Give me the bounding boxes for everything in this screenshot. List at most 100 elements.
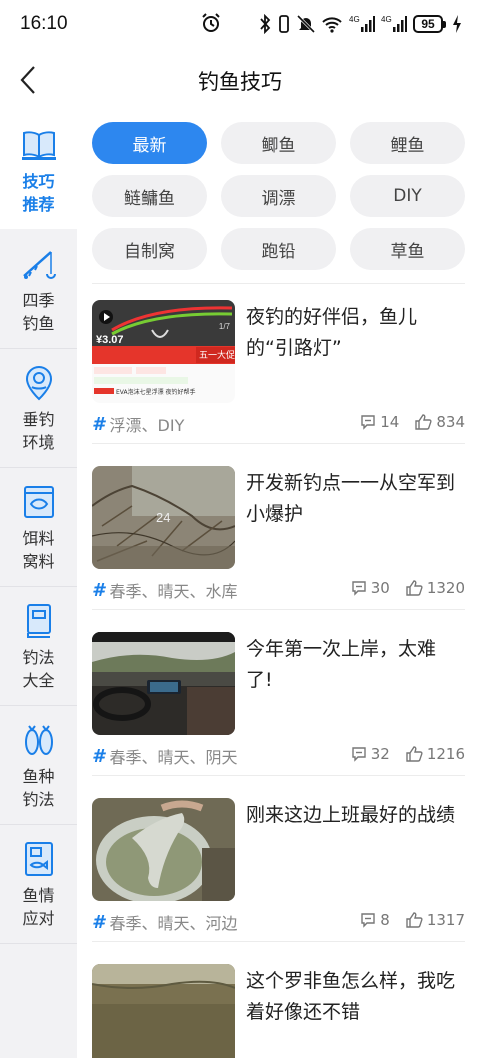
like-count: 1320 <box>426 579 465 597</box>
sidebar-item-label: 技巧推荐 <box>22 172 55 214</box>
comment-count: 30 <box>370 579 390 597</box>
chip-silver-carp[interactable]: 鲢鳙鱼 <box>92 175 207 217</box>
sidebar-divider <box>0 943 77 944</box>
like-icon[interactable] <box>406 912 423 928</box>
sidebar-item-label: 钓法大全 <box>22 648 55 690</box>
article-tags-text: 春季、晴天、水库 <box>109 582 238 601</box>
article-title: 开发新钓点一一从空军到小爆护 <box>246 472 456 525</box>
svg-text:4G: 4G <box>349 15 360 24</box>
location-pin-icon <box>20 364 58 402</box>
comment-count: 8 <box>380 911 390 929</box>
article-tags-text: 春季、晴天、阴天 <box>109 748 238 767</box>
article-tags: # 春季、晴天、阴天 <box>92 744 238 768</box>
fish-report-icon <box>20 840 58 878</box>
thumb-banner-text: 五一大促 <box>199 351 235 361</box>
chip-diy[interactable]: DIY <box>350 175 465 217</box>
like-icon[interactable] <box>406 746 423 762</box>
like-count: 1216 <box>426 745 465 763</box>
status-icons: 4G 4G 95 <box>259 13 462 35</box>
sidebar-item-label: 垂钓环境 <box>22 410 55 452</box>
chip-carp[interactable]: 鲤鱼 <box>350 122 465 164</box>
sidebar-item-label: 四季钓鱼 <box>22 291 55 333</box>
chip-crucian[interactable]: 鲫鱼 <box>221 122 336 164</box>
hashtag-icon: # <box>92 745 105 767</box>
article-stats: 30 1320 <box>351 579 465 597</box>
chip-homemade-nest[interactable]: 自制窝 <box>92 228 207 270</box>
battery-cap <box>443 20 446 28</box>
article-divider <box>92 775 465 776</box>
article-stats: 8 1317 <box>360 911 465 929</box>
sidebar-item-bait[interactable]: 饵料窝料 <box>0 467 77 586</box>
article-thumbnail: ¥3.07 1/7 五一大促 EVA泡沫七星浮漂 夜钓好帮手 <box>92 300 235 403</box>
svg-text:4G: 4G <box>381 15 392 24</box>
article-divider <box>92 443 465 444</box>
article-title: 今年第一次上岸，太难了! <box>246 638 437 691</box>
fish-species-icon <box>20 721 58 759</box>
content-area: 最新 鲫鱼 鲤鱼 鲢鳙鱼 调漂 DIY 自制窝 跑铅 草鱼 ¥3.07 1/7 … <box>77 110 480 1058</box>
fishing-rod-icon <box>20 245 58 283</box>
article-card[interactable]: ¥3.07 1/7 五一大促 EVA泡沫七星浮漂 夜钓好帮手 夜钓的好伴侣，鱼儿… <box>92 284 465 444</box>
thumb-counter: 1/7 <box>218 322 230 331</box>
book-icon <box>20 126 58 164</box>
sidebar-item-species[interactable]: 鱼种钓法 <box>0 705 77 824</box>
like-count: 1317 <box>426 911 465 929</box>
comment-icon[interactable] <box>360 912 376 928</box>
chip-grass-carp[interactable]: 草鱼 <box>350 228 465 270</box>
article-card[interactable]: 刚来这边上班最好的战绩 # 春季、晴天、河边 8 1317 <box>92 782 465 942</box>
chip-lead-running[interactable]: 跑铅 <box>221 228 336 270</box>
signal-4g-icon: 4G <box>381 15 407 32</box>
bluetooth-icon <box>260 14 271 34</box>
mute-icon <box>297 14 315 34</box>
like-count: 834 <box>436 413 465 431</box>
article-stats: 32 1216 <box>351 745 465 763</box>
header: 钓鱼技巧 <box>0 50 480 110</box>
article-tags-text: 春季、晴天、河边 <box>109 914 238 933</box>
page-title: 钓鱼技巧 <box>198 70 282 94</box>
article-divider <box>92 941 465 942</box>
battery-indicator: 95 <box>413 15 446 33</box>
chip-float-tuning[interactable]: 调漂 <box>221 175 336 217</box>
article-tags: # 春季、晴天、水库 <box>92 578 238 602</box>
article-thumbnail: 24 <box>92 466 235 569</box>
article-divider <box>92 609 465 610</box>
article-title: 夜钓的好伴侣，鱼儿的“引路灯” <box>246 306 418 359</box>
comment-icon[interactable] <box>360 414 376 430</box>
article-thumbnail <box>92 798 235 901</box>
bait-icon <box>20 483 58 521</box>
article-title: 这个罗非鱼怎么样，我吃着好像还不错 <box>246 970 456 1023</box>
article-card[interactable]: 今年第一次上岸，太难了! # 春季、晴天、阴天 32 1216 <box>92 616 465 776</box>
manual-icon <box>20 602 58 640</box>
alarm-icon <box>200 12 222 34</box>
sidebar-item-label: 饵料窝料 <box>22 529 55 571</box>
status-bar: 16:10 4G 4G 95 <box>0 0 480 50</box>
sidebar-item-tips[interactable]: 技巧推荐 <box>0 110 77 229</box>
chip-latest[interactable]: 最新 <box>92 122 207 164</box>
sidebar-item-methods[interactable]: 钓法大全 <box>0 586 77 705</box>
comment-icon[interactable] <box>351 746 367 762</box>
thumb-caption: EVA泡沫七星浮漂 夜钓好帮手 <box>116 389 196 396</box>
category-sidebar: 技巧推荐 四季钓鱼 垂钓环境 饵料窝料 钓法大全 鱼种钓法 鱼情应对 <box>0 110 77 1058</box>
sidebar-item-fish-report[interactable]: 鱼情应对 <box>0 824 77 943</box>
article-stats: 14 834 <box>360 413 465 431</box>
hashtag-icon: # <box>92 579 105 601</box>
article-card[interactable]: 这个罗非鱼怎么样，我吃着好像还不错 <box>92 948 465 1058</box>
signal-4g-icon: 4G <box>349 15 375 32</box>
charging-icon <box>453 15 461 33</box>
article-tags: # 春季、晴天、河边 <box>92 910 238 934</box>
sidebar-item-seasons[interactable]: 四季钓鱼 <box>0 229 77 348</box>
comment-icon[interactable] <box>351 580 367 596</box>
hashtag-icon: # <box>92 413 105 435</box>
comment-count: 14 <box>380 413 400 431</box>
like-icon[interactable] <box>406 580 423 596</box>
vibrate-icon <box>279 15 289 33</box>
battery-level: 95 <box>413 15 443 33</box>
hashtag-icon: # <box>92 911 105 933</box>
like-icon[interactable] <box>415 414 432 430</box>
article-thumbnail <box>92 964 235 1058</box>
article-tags-text: 浮漂、DIY <box>109 416 185 435</box>
status-time: 16:10 <box>20 13 68 34</box>
wifi-icon <box>322 17 342 33</box>
sidebar-item-environment[interactable]: 垂钓环境 <box>0 348 77 467</box>
sidebar-item-label: 鱼情应对 <box>22 886 55 928</box>
article-card[interactable]: 24 开发新钓点一一从空军到小爆护 # 春季、晴天、水库 30 1320 <box>92 450 465 610</box>
